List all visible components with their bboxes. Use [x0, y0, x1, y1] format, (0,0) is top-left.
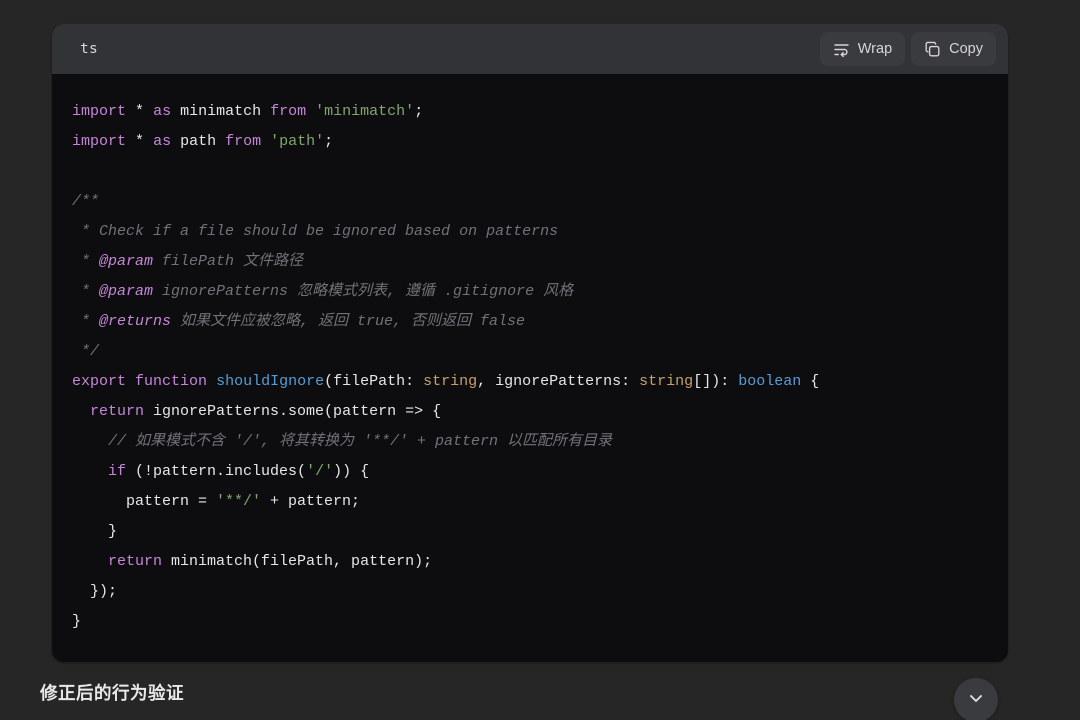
code-line: }); — [72, 583, 118, 600]
page-root: ts Wrap Copy import * as minimatch from … — [0, 0, 1080, 720]
code-line: */ — [72, 343, 100, 360]
code-block-actions: Wrap Copy — [819, 32, 996, 66]
code-block-header: ts Wrap Copy — [52, 24, 1008, 74]
code-line: pattern = '**/' + pattern; — [72, 493, 361, 510]
code-line: import * as path from 'path'; — [72, 133, 334, 150]
copy-button-label: Copy — [949, 41, 983, 57]
code-line: * @param filePath 文件路径 — [72, 253, 304, 270]
code-language-label: ts — [80, 41, 99, 57]
scroll-to-bottom-button[interactable] — [954, 678, 998, 720]
code-line: return minimatch(filePath, pattern); — [108, 553, 433, 570]
code-line: import * as minimatch from 'minimatch'; — [72, 103, 424, 120]
code-line: return ignorePatterns.some(pattern => { — [90, 403, 442, 420]
code-content: import * as minimatch from 'minimatch'; … — [72, 96, 988, 636]
text-wrap-icon — [833, 41, 850, 58]
code-line: export function shouldIgnore(filePath: s… — [72, 373, 820, 390]
copy-icon — [924, 41, 941, 58]
wrap-button-label: Wrap — [857, 41, 893, 57]
code-line: if (!pattern.includes('/')) { — [108, 463, 370, 480]
code-block: ts Wrap Copy import * as minimatch from … — [52, 24, 1008, 662]
chevron-down-icon — [966, 688, 986, 713]
code-line: } — [72, 523, 118, 540]
section-heading: 修正后的行为验证 — [40, 683, 184, 703]
code-line: * @returns 如果文件应被忽略, 返回 true, 否则返回 false — [72, 313, 526, 330]
code-line: /** — [72, 193, 100, 210]
code-line: * @param ignorePatterns 忽略模式列表, 遵循 .giti… — [72, 283, 574, 300]
copy-button[interactable]: Copy — [911, 32, 996, 66]
code-line: * Check if a file should be ignored base… — [72, 223, 559, 240]
code-line: } — [72, 613, 82, 630]
wrap-button[interactable]: Wrap — [819, 32, 906, 66]
code-block-body[interactable]: import * as minimatch from 'minimatch'; … — [52, 74, 1008, 662]
code-line: // 如果模式不含 '/', 将其转换为 '**/' + pattern 以匹配… — [108, 433, 613, 450]
